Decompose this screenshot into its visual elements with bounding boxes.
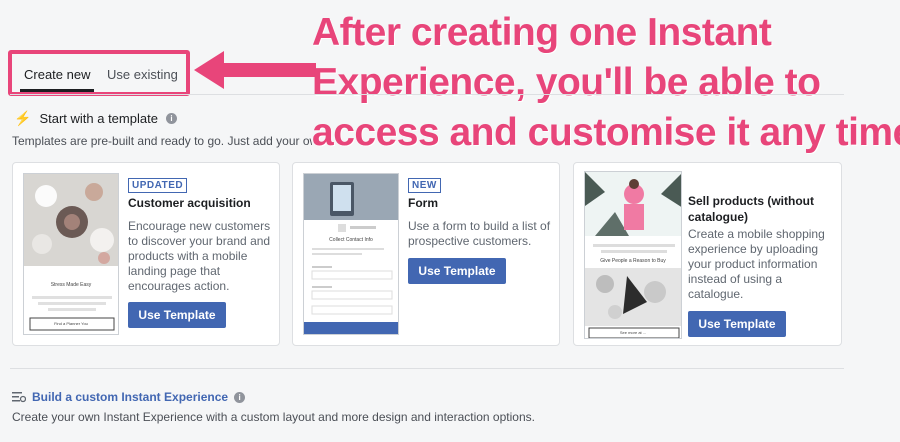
preview-caption: Stress Made Easy xyxy=(50,282,92,288)
card-description: Create a mobile shopping experience by u… xyxy=(688,227,838,302)
template-section-subtitle: Templates are pre-built and ready to go.… xyxy=(12,134,312,148)
divider xyxy=(10,94,844,95)
description-line: Encourage new customers xyxy=(128,219,271,233)
tab-use-existing[interactable]: Use existing xyxy=(107,67,178,82)
callout-line-2: Experience, you'll be able to xyxy=(312,61,821,104)
build-custom-link[interactable]: Build a custom Instant Experience i xyxy=(12,390,246,404)
description-line: landing page that xyxy=(128,264,221,278)
status-badge: NEW xyxy=(408,178,441,193)
active-tab-indicator xyxy=(20,89,94,92)
card-description: Encourage new customers to discover your… xyxy=(128,219,278,294)
build-custom-subtitle: Create your own Instant Experience with … xyxy=(12,410,535,424)
use-template-button[interactable]: Use Template xyxy=(128,302,226,328)
card-title-line: catalogue) xyxy=(688,210,749,224)
callout-line-3: access and customise it any time! xyxy=(312,111,900,154)
annotation-arrow xyxy=(194,51,316,89)
preview-illustration xyxy=(304,174,398,334)
settings-sliders-icon xyxy=(12,392,26,403)
preview-heading: Collect Contact Info xyxy=(329,237,373,243)
preview-button: Find a Planner You xyxy=(54,321,88,326)
build-custom-title: Build a custom Instant Experience xyxy=(32,390,229,404)
template-section-title: ⚡ Start with a template i xyxy=(14,110,177,127)
preview-illustration xyxy=(585,172,681,338)
annotation-callout: After creating one Instant Experience, y… xyxy=(312,8,900,158)
card-title: Customer acquisition xyxy=(128,196,251,210)
tab-create-new[interactable]: Create new xyxy=(24,67,90,82)
lightning-icon: ⚡ xyxy=(14,110,32,126)
use-template-button[interactable]: Use Template xyxy=(688,311,786,337)
info-icon[interactable]: i xyxy=(234,391,246,403)
info-icon[interactable]: i xyxy=(165,113,177,124)
description-line: to discover your brand and xyxy=(128,234,271,248)
description-line: Create a mobile shopping xyxy=(688,227,825,241)
description-line: instead of using a xyxy=(688,272,783,286)
template-card-sell-products: Give People a Reason to Buy See more at … xyxy=(573,162,842,346)
description-line: products with a mobile xyxy=(128,249,248,263)
card-title-line: Sell products (without xyxy=(688,194,814,208)
preview-caption: Give People a Reason to Buy xyxy=(600,258,666,264)
description-line: your product information xyxy=(688,257,818,271)
callout-line-1: After creating one Instant xyxy=(312,11,772,54)
card-title: Sell products (without catalogue) xyxy=(688,193,814,225)
status-badge: UPDATED xyxy=(128,178,188,193)
template-preview-image: Give People a Reason to Buy See more at … xyxy=(584,171,682,339)
template-section-title-text: Start with a template xyxy=(39,111,158,126)
preview-illustration xyxy=(24,174,118,331)
description-line: prospective customers. xyxy=(408,234,532,248)
description-line: experience by uploading xyxy=(688,242,819,256)
card-title: Form xyxy=(408,196,438,210)
preview-button: See more at ... xyxy=(619,330,647,335)
description-line: encourages action. xyxy=(128,279,230,293)
description-line: Use a form to build a list of xyxy=(408,219,551,233)
use-template-button[interactable]: Use Template xyxy=(408,258,506,284)
description-line: catalogue. xyxy=(688,287,744,301)
template-preview-image: Stress Made Easy Find a Planner You xyxy=(23,173,119,335)
divider xyxy=(10,368,844,369)
tab-bar: Create new Use existing xyxy=(8,50,190,96)
card-description: Use a form to build a list of prospectiv… xyxy=(408,219,558,249)
template-card-customer-acquisition: Stress Made Easy Find a Planner You UPDA… xyxy=(12,162,280,346)
template-card-form: Collect Contact Info NEW Form Use a form… xyxy=(292,162,560,346)
template-preview-image: Collect Contact Info xyxy=(303,173,399,335)
